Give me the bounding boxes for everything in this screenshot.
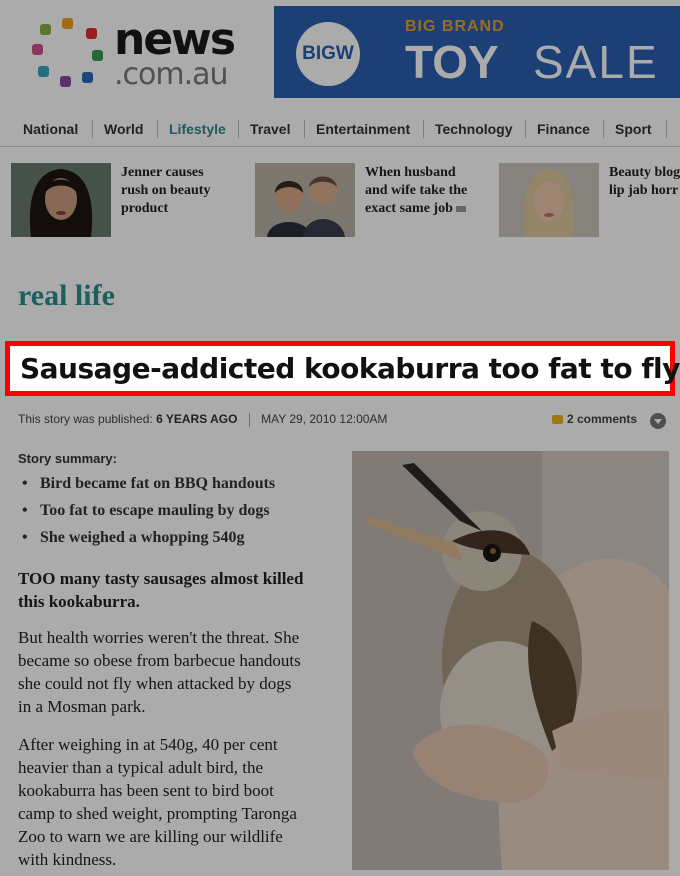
- teaser-line: Jenner causes: [121, 165, 204, 180]
- teaser-line: lip jab horr: [609, 183, 679, 198]
- paragraph-line: became so obese from barbecue handouts: [18, 651, 301, 670]
- nav-item-finance[interactable]: Finance: [537, 121, 590, 137]
- list-item: Too fat to escape mauling by dogs: [22, 501, 275, 528]
- section-title[interactable]: real life: [18, 278, 115, 314]
- nav-divider: [423, 120, 424, 138]
- logo-dots-icon: [30, 14, 106, 90]
- nav-item-travel[interactable]: Travel: [250, 121, 290, 137]
- paragraph-line: After weighing in at 540g, 40 per cent: [18, 735, 278, 754]
- paragraph-line: heavier than a typical adult bird, the: [18, 758, 263, 777]
- logo-wordmark: news: [114, 14, 236, 65]
- teaser-thumbnail[interactable]: [11, 163, 111, 237]
- teaser-line: rush on beauty: [121, 183, 211, 198]
- teaser-thumbnail[interactable]: [255, 163, 355, 237]
- comment-bubble-icon: [552, 415, 563, 425]
- main-nav: National World Lifestyle Travel Entertai…: [0, 112, 680, 147]
- teaser-link[interactable]: When husband and wife take the exact sam…: [365, 164, 467, 218]
- nav-divider: [304, 120, 305, 138]
- comments-link[interactable]: 2 comments: [552, 411, 637, 427]
- share-menu-button[interactable]: [650, 413, 666, 429]
- teaser-link[interactable]: Jenner causes rush on beauty product: [121, 164, 210, 218]
- news-logo[interactable]: news .com.au: [30, 14, 245, 90]
- paragraph-line: in a Mosman park.: [18, 697, 146, 716]
- lead-line: this kookaburra.: [18, 592, 140, 611]
- nav-item-lifestyle[interactable]: Lifestyle: [169, 121, 226, 137]
- ad-banner[interactable]: BIGW BIG BRAND TOY SALE: [274, 6, 680, 98]
- nav-divider: [238, 120, 239, 138]
- meta-divider: [248, 412, 250, 427]
- paragraph-line: camp to shed weight, prompting Taronga: [18, 804, 297, 823]
- ad-headline-word1: TOY: [405, 36, 499, 88]
- bigw-logo-icon: BIGW: [296, 22, 360, 86]
- article-page: news .com.au BIGW BIG BRAND TOY SALE Nat…: [0, 0, 680, 876]
- teaser-line: and wife take the: [365, 183, 468, 198]
- teaser-line: When husband: [365, 165, 456, 180]
- nav-item-national[interactable]: National: [23, 121, 78, 137]
- kookaburra-photo[interactable]: [352, 451, 669, 870]
- headline-highlight: Sausage-addicted kookaburra too fat to f…: [5, 341, 680, 396]
- publish-meta: This story was published: 6 YEARS AGO MA…: [18, 411, 387, 427]
- paragraph-line: But health worries weren't the threat. S…: [18, 628, 300, 647]
- teaser-link[interactable]: Beauty blog lip jab horr: [609, 164, 680, 200]
- logo-domain: .com.au: [114, 57, 229, 92]
- ad-kicker: BIG BRAND: [405, 18, 505, 35]
- list-item: She weighed a whopping 540g: [22, 528, 275, 555]
- nav-item-sport[interactable]: Sport: [615, 121, 652, 137]
- teaser-line: Beauty blog: [609, 165, 680, 180]
- paragraph-line: Zoo to warn we are killing our wildlife: [18, 827, 283, 846]
- nav-divider: [525, 120, 526, 138]
- published-date: MAY 29, 2010 12:00AM: [261, 412, 388, 426]
- video-icon: [455, 205, 466, 212]
- nav-divider: [92, 120, 93, 138]
- ad-brand: BIGW: [302, 43, 354, 64]
- nav-divider: [603, 120, 604, 138]
- published-age: 6 YEARS AGO: [156, 412, 238, 426]
- nav-item-world[interactable]: World: [104, 121, 143, 137]
- article-lead: TOO many tasty sausages almost killed th…: [18, 567, 340, 613]
- teaser-line: exact same job: [365, 201, 453, 216]
- nav-divider: [157, 120, 158, 138]
- nav-item-entertainment[interactable]: Entertainment: [316, 121, 410, 137]
- teaser-line: product: [121, 201, 169, 216]
- lead-line: TOO many tasty sausages almost killed: [18, 569, 304, 588]
- summary-label: Story summary:: [18, 451, 117, 466]
- article-headline: Sausage-addicted kookaburra too fat to f…: [20, 352, 680, 385]
- paragraph-line: with kindness.: [18, 850, 117, 869]
- paragraph-line: kookaburra has been sent to bird boot: [18, 781, 274, 800]
- article-paragraph: But health worries weren't the threat. S…: [18, 626, 340, 718]
- ad-headline-word2: SALE: [533, 36, 659, 88]
- summary-list: Bird became fat on BBQ handouts Too fat …: [22, 474, 275, 555]
- paragraph-line: she could not fly when attacked by dogs: [18, 674, 292, 693]
- nav-divider: [666, 120, 667, 138]
- article-paragraph: After weighing in at 540g, 40 per cent h…: [18, 733, 340, 871]
- comments-count: 2 comments: [567, 412, 638, 426]
- list-item: Bird became fat on BBQ handouts: [22, 474, 275, 501]
- nav-item-technology[interactable]: Technology: [435, 121, 513, 137]
- published-label: This story was published:: [18, 412, 153, 426]
- teaser-thumbnail[interactable]: [499, 163, 599, 237]
